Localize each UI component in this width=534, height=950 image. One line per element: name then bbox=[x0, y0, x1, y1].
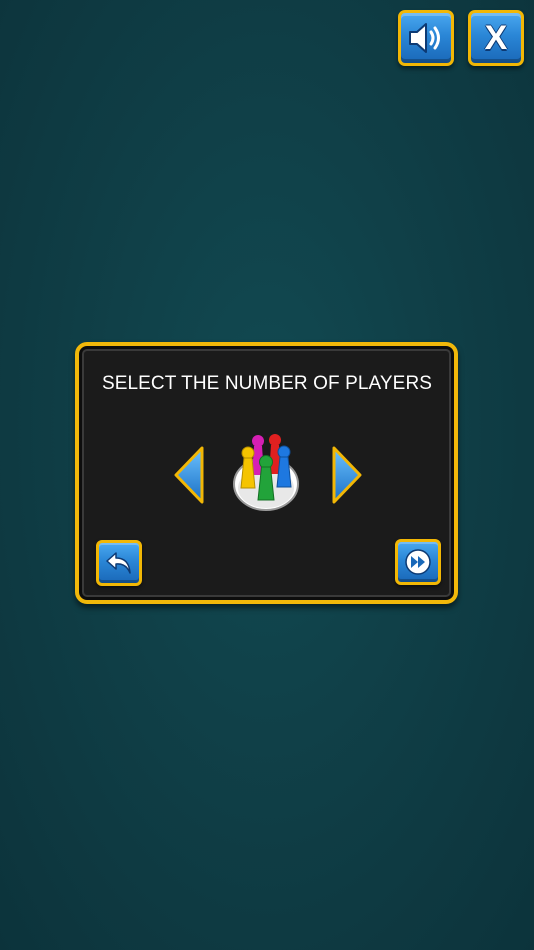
fast-forward-icon bbox=[405, 549, 431, 575]
dialog-title: SELECT THE NUMBER OF PLAYERS bbox=[101, 373, 433, 394]
player-pawns-icon bbox=[233, 434, 299, 511]
close-label: X bbox=[484, 19, 508, 57]
chevron-left-icon[interactable] bbox=[172, 444, 206, 506]
close-button[interactable]: X bbox=[468, 10, 524, 66]
sound-button[interactable] bbox=[398, 10, 454, 66]
speaker-volume-icon bbox=[409, 23, 440, 53]
undo-arrow-icon bbox=[106, 552, 131, 574]
continue-button[interactable] bbox=[395, 539, 441, 585]
chevron-right-icon[interactable] bbox=[330, 444, 364, 506]
back-button[interactable] bbox=[96, 540, 142, 586]
